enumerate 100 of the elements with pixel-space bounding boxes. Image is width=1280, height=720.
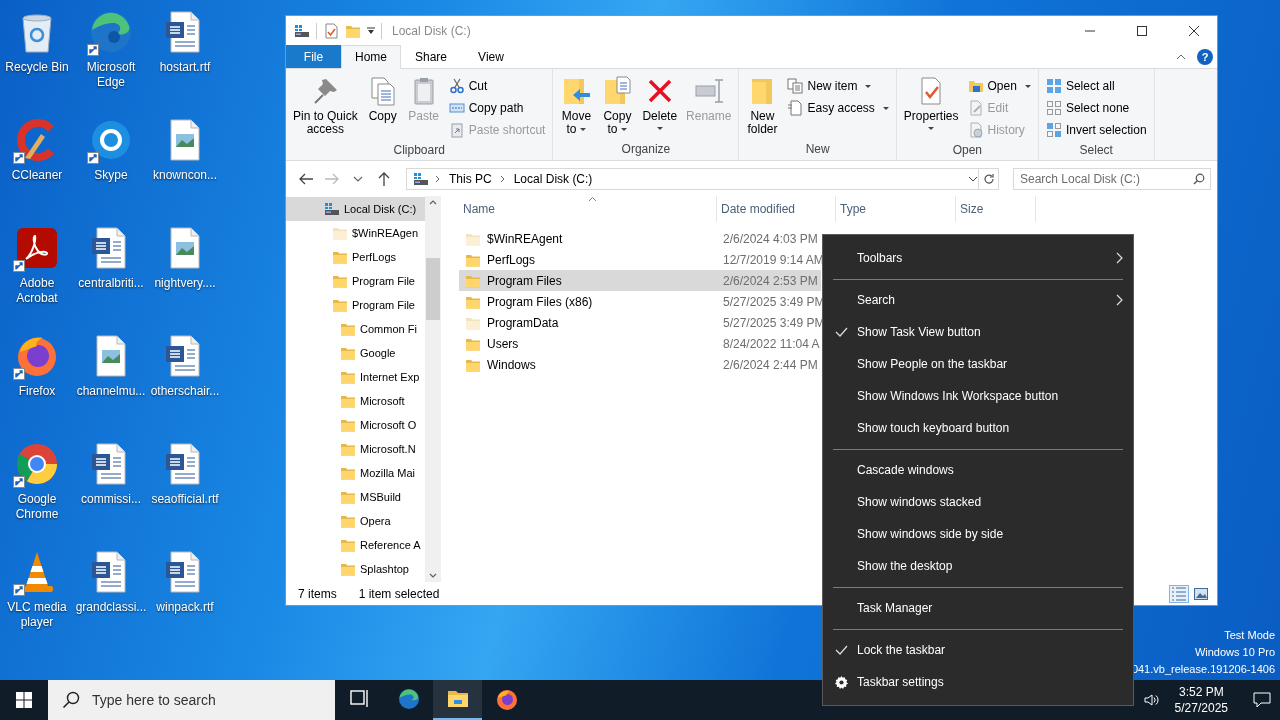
- tree-item[interactable]: Program File: [286, 293, 425, 317]
- ribbon-button[interactable]: Copy: [362, 73, 403, 141]
- tree-item[interactable]: Splashtop: [286, 557, 425, 581]
- menu-item[interactable]: Show People on the taskbar: [823, 348, 1133, 380]
- taskbar-button[interactable]: [433, 680, 482, 720]
- refresh-button[interactable]: [979, 167, 999, 190]
- desktop-icon[interactable]: Google Chrome: [0, 438, 74, 546]
- menu-item[interactable]: Task Manager: [823, 592, 1133, 624]
- shortcut-arrow-icon: [13, 584, 25, 596]
- clipboard-shortcut-icon: [448, 122, 465, 138]
- settings-icon: [835, 675, 848, 689]
- table-cell: ProgramData: [459, 312, 717, 333]
- tree-item[interactable]: Microsoft.N: [286, 437, 425, 461]
- desktop-notice-text: Windows 10 Pro: [1194, 645, 1275, 660]
- ribbon-button[interactable]: Move to: [556, 73, 597, 140]
- ribbon-button[interactable]: Cut: [444, 75, 550, 97]
- search-field[interactable]: Type here to search: [48, 680, 335, 720]
- menu-item[interactable]: Show windows side by side: [823, 518, 1133, 550]
- menu-item[interactable]: Show Windows Ink Workspace button: [823, 380, 1133, 412]
- tree-item[interactable]: Mozilla Mai: [286, 461, 425, 485]
- column-header[interactable]: Date modified: [717, 196, 836, 222]
- desktop-icon[interactable]: Firefox: [0, 330, 74, 438]
- file-menu-button[interactable]: File: [286, 45, 341, 68]
- shortcut-arrow-icon: [13, 152, 25, 164]
- ribbon-button[interactable]: Select all: [1041, 75, 1151, 97]
- desktop-icon[interactable]: nightvery....: [148, 222, 222, 330]
- file-row[interactable]: $WinREAgent 2/6/2024 4:03 PM: [459, 228, 821, 249]
- ribbon-button[interactable]: New folder: [742, 73, 783, 140]
- desktop-icon[interactable]: commissi...: [74, 438, 148, 546]
- tree-item[interactable]: MSBuild: [286, 485, 425, 509]
- menu-item[interactable]: Show windows stacked: [823, 486, 1133, 518]
- desktop-icon[interactable]: seaofficial.rtf: [148, 438, 222, 546]
- ribbon-button[interactable]: Easy access: [783, 97, 893, 119]
- menu-item[interactable]: Show touch keyboard button: [823, 412, 1133, 444]
- desktop-icon[interactable]: VLC media player: [0, 546, 74, 654]
- ribbon-button[interactable]: Open: [963, 75, 1035, 97]
- address-bar[interactable]: This PC Local Disk (C:): [406, 167, 979, 190]
- scrollbar-thumb[interactable]: [426, 258, 440, 320]
- tree-item[interactable]: Internet Exp: [286, 365, 425, 389]
- tree-item[interactable]: PerfLogs: [286, 245, 425, 269]
- desktop-icon[interactable]: CCleaner: [0, 114, 74, 222]
- ribbon-button[interactable]: Properties: [899, 73, 963, 141]
- tree-item[interactable]: Opera: [286, 509, 425, 533]
- view-toggle[interactable]: [1169, 584, 1189, 603]
- close-icon: [1189, 25, 1199, 36]
- ribbon-button[interactable]: New item: [783, 75, 893, 97]
- tree-item[interactable]: Microsoft O: [286, 413, 425, 437]
- desktop-icon[interactable]: grandclassi...: [74, 546, 148, 654]
- breadcrumb[interactable]: This PC: [447, 171, 494, 186]
- ribbon-button[interactable]: Copy path: [444, 97, 550, 119]
- desktop-icon[interactable]: otherschair...: [148, 330, 222, 438]
- column-header[interactable]: Size: [956, 196, 1036, 222]
- desktop-icon[interactable]: winpack.rtf: [148, 546, 222, 654]
- desktop-icon[interactable]: hostart.rtf: [148, 6, 222, 114]
- caret-icon: [928, 127, 935, 130]
- tree-item[interactable]: Google: [286, 341, 425, 365]
- tree-item[interactable]: Program File: [286, 269, 425, 293]
- breadcrumb[interactable]: Local Disk (C:): [511, 171, 595, 186]
- desktop-icon[interactable]: Adobe Acrobat: [0, 222, 74, 330]
- desktop-icon[interactable]: Skype: [74, 114, 148, 222]
- menu-item[interactable]: Cascade windows: [823, 454, 1133, 486]
- folder-icon: [340, 465, 356, 481]
- menu-item[interactable]: Lock the taskbar: [823, 634, 1133, 666]
- desktop-icon[interactable]: Microsoft Edge: [74, 6, 148, 114]
- clock[interactable]: 3:52 PM 5/27/2025: [1168, 684, 1234, 716]
- menu-item[interactable]: Search: [823, 284, 1133, 316]
- tree-item[interactable]: Common Fi: [286, 317, 425, 341]
- select-all-icon: [1045, 78, 1062, 94]
- caret-icon: [656, 127, 663, 130]
- column-header[interactable]: Name: [459, 196, 717, 222]
- ribbon-button[interactable]: Invert selection: [1041, 119, 1151, 141]
- menu-item[interactable]: Toolbars: [823, 242, 1133, 274]
- tree-item[interactable]: $WinREAgen: [286, 221, 425, 245]
- ribbon-button[interactable]: Delete: [638, 73, 682, 140]
- desktop-icon[interactable]: Recycle Bin: [0, 6, 74, 114]
- ribbon-tab[interactable]: Home: [341, 45, 401, 69]
- menu-item[interactable]: Show the desktop: [823, 550, 1133, 582]
- search-field[interactable]: Search Local Disk (C:): [1013, 167, 1211, 190]
- tree-item[interactable]: Local Disk (C:): [286, 197, 425, 221]
- ribbon-tab[interactable]: View: [461, 45, 521, 69]
- desktop-icon[interactable]: channelmu...: [74, 330, 148, 438]
- file-row[interactable]: Windows 2/6/2024 2:44 PM: [459, 354, 821, 375]
- ribbon-button[interactable]: Select none: [1041, 97, 1151, 119]
- ribbon-button[interactable]: Copy to: [597, 73, 638, 140]
- menu-item[interactable]: Show Task View button: [823, 316, 1133, 348]
- tree-item[interactable]: Reference A: [286, 533, 425, 557]
- desktop-icon[interactable]: knowncon...: [148, 114, 222, 222]
- table-cell: PerfLogs: [459, 249, 717, 270]
- file-row[interactable]: Program Files 2/6/2024 2:53 PM: [459, 270, 821, 291]
- file-row[interactable]: Users 8/24/2022 11:04 A: [459, 333, 821, 354]
- desktop-icon[interactable]: centralbriti...: [74, 222, 148, 330]
- tree-item[interactable]: Microsoft: [286, 389, 425, 413]
- menu-item[interactable]: Taskbar settings: [823, 666, 1133, 698]
- folder-icon: [340, 513, 356, 529]
- ribbon-tab[interactable]: Share: [401, 45, 461, 69]
- ribbon-button[interactable]: Pin to Quick access: [289, 73, 362, 141]
- help-button[interactable]: ?: [1197, 48, 1213, 65]
- column-header[interactable]: Type: [836, 196, 956, 222]
- folder-icon: [340, 489, 356, 505]
- shortcut-arrow-icon: [87, 152, 99, 164]
